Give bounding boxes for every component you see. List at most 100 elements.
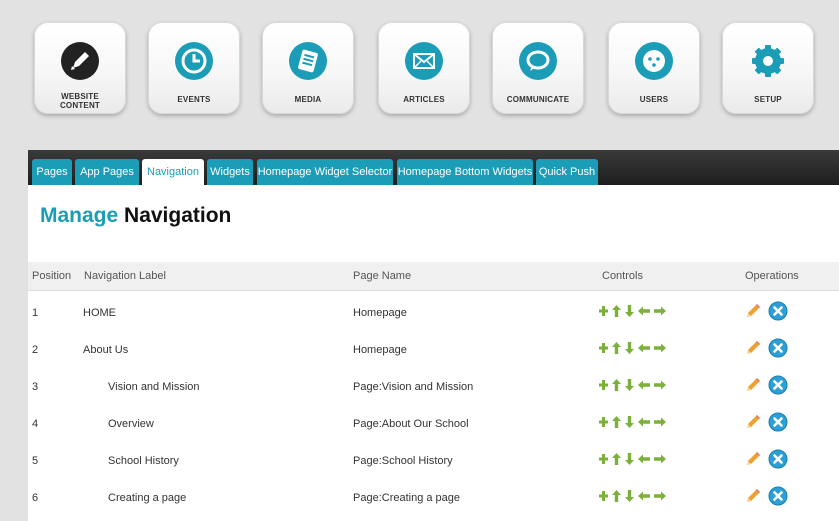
row-operations xyxy=(744,301,788,326)
column-header-position: Position xyxy=(32,270,72,282)
row-navigation-label: Creating a page xyxy=(108,492,187,504)
add-child-icon[interactable] xyxy=(598,341,609,355)
tab-navigation[interactable]: Navigation xyxy=(142,159,204,185)
row-position: 4 xyxy=(32,418,39,430)
page-title: Manage Navigation xyxy=(40,204,231,228)
tab-pages[interactable]: Pages xyxy=(32,159,72,185)
delete-icon[interactable] xyxy=(768,412,788,437)
table-row: 3 Vision and Mission Page:Vision and Missi… xyxy=(28,369,839,406)
move-up-icon[interactable] xyxy=(611,341,622,355)
add-child-icon[interactable] xyxy=(598,378,609,392)
row-controls xyxy=(598,341,667,355)
outdent-icon[interactable] xyxy=(637,415,651,429)
row-page-name: Page:About Our School xyxy=(353,418,469,430)
delete-icon[interactable] xyxy=(768,338,788,363)
edit-pencil-icon[interactable] xyxy=(744,376,762,399)
indent-icon[interactable] xyxy=(653,452,667,466)
face-icon xyxy=(635,42,673,80)
gear-icon xyxy=(749,42,787,80)
edit-pencil-icon[interactable] xyxy=(744,302,762,325)
move-up-icon[interactable] xyxy=(611,452,622,466)
add-child-icon[interactable] xyxy=(598,452,609,466)
outdent-icon[interactable] xyxy=(637,452,651,466)
outdent-icon[interactable] xyxy=(637,341,651,355)
outdent-icon[interactable] xyxy=(637,304,651,318)
add-child-icon[interactable] xyxy=(598,489,609,503)
column-header-operations: Operations xyxy=(745,270,799,282)
nav-tile-label: ARTICLES xyxy=(384,95,464,104)
nav-tile-label: WEBSITE CONTENT xyxy=(40,92,120,110)
add-child-icon[interactable] xyxy=(598,415,609,429)
outdent-icon[interactable] xyxy=(637,378,651,392)
tab-homepage-widget-selector[interactable]: Homepage Widget Selector xyxy=(257,159,393,185)
row-operations xyxy=(744,375,788,400)
row-navigation-label: HOME xyxy=(83,307,116,319)
row-operations xyxy=(744,449,788,474)
row-controls xyxy=(598,415,667,429)
edit-pencil-icon[interactable] xyxy=(744,413,762,436)
nav-tile-articles[interactable]: ARTICLES xyxy=(378,22,470,114)
row-navigation-label: Vision and Mission xyxy=(108,381,200,393)
move-up-icon[interactable] xyxy=(611,489,622,503)
clock-icon xyxy=(175,42,213,80)
row-operations xyxy=(744,338,788,363)
move-up-icon[interactable] xyxy=(611,378,622,392)
move-up-icon[interactable] xyxy=(611,304,622,318)
move-up-icon[interactable] xyxy=(611,415,622,429)
move-down-icon[interactable] xyxy=(624,341,635,355)
content-panel: Pages App Pages Navigation Widgets Homepage … xyxy=(28,150,839,521)
page-title-accent: Manage xyxy=(40,204,119,227)
add-child-icon[interactable] xyxy=(598,304,609,318)
tab-homepage-bottom-widgets[interactable]: Homepage Bottom Widgets xyxy=(397,159,533,185)
edit-pencil-icon[interactable] xyxy=(744,339,762,362)
row-page-name: Page:Vision and Mission xyxy=(353,381,474,393)
nav-tile-label-line: EVENTS xyxy=(177,95,211,104)
move-down-icon[interactable] xyxy=(624,452,635,466)
top-navigation: WEBSITE CONTENT EVENTS MEDIA ARTICLES COMMUNI… xyxy=(0,0,839,150)
nav-tile-label: EVENTS xyxy=(154,95,234,104)
nav-tile-label-line: USERS xyxy=(639,95,669,104)
indent-icon[interactable] xyxy=(653,489,667,503)
indent-icon[interactable] xyxy=(653,378,667,392)
tab-widgets[interactable]: Widgets xyxy=(207,159,253,185)
table-row: 4 Overview Page:About Our School xyxy=(28,406,839,443)
row-navigation-label: Overview xyxy=(108,418,154,430)
nav-tile-media[interactable]: MEDIA xyxy=(262,22,354,114)
nav-tile-label: SETUP xyxy=(728,95,808,104)
nav-tile-users[interactable]: USERS xyxy=(608,22,700,114)
tab-app-pages[interactable]: App Pages xyxy=(75,159,139,185)
nav-tile-label-line: MEDIA xyxy=(294,95,322,104)
edit-pencil-icon[interactable] xyxy=(744,487,762,510)
nav-tile-events[interactable]: EVENTS xyxy=(148,22,240,114)
row-controls xyxy=(598,378,667,392)
delete-icon[interactable] xyxy=(768,375,788,400)
move-down-icon[interactable] xyxy=(624,378,635,392)
move-down-icon[interactable] xyxy=(624,415,635,429)
row-position: 1 xyxy=(32,307,39,319)
delete-icon[interactable] xyxy=(768,449,788,474)
nav-tile-website-content[interactable]: WEBSITE CONTENT xyxy=(34,22,126,114)
nav-tile-communicate[interactable]: COMMUNICATE xyxy=(492,22,584,114)
column-header-controls: Controls xyxy=(602,270,643,282)
indent-icon[interactable] xyxy=(653,304,667,318)
row-position: 3 xyxy=(32,381,39,393)
row-controls xyxy=(598,489,667,503)
table-header: Position Navigation Label Page Name Cont… xyxy=(28,262,839,291)
nav-tile-setup[interactable]: SETUP xyxy=(722,22,814,114)
indent-icon[interactable] xyxy=(653,415,667,429)
envelope-icon xyxy=(405,42,443,80)
row-page-name: Page:Creating a page xyxy=(353,492,461,504)
nav-tile-label: USERS xyxy=(614,95,694,104)
edit-pencil-icon[interactable] xyxy=(744,450,762,473)
outdent-icon[interactable] xyxy=(637,489,651,503)
delete-icon[interactable] xyxy=(768,486,788,511)
delete-icon[interactable] xyxy=(768,301,788,326)
move-down-icon[interactable] xyxy=(624,489,635,503)
move-down-icon[interactable] xyxy=(624,304,635,318)
nav-tile-label-line: COMMUNICATE xyxy=(506,95,570,104)
row-controls xyxy=(598,304,667,318)
tab-quick-push[interactable]: Quick Push xyxy=(536,159,598,185)
pen-icon xyxy=(61,42,99,80)
indent-icon[interactable] xyxy=(653,341,667,355)
document-icon xyxy=(289,42,327,80)
